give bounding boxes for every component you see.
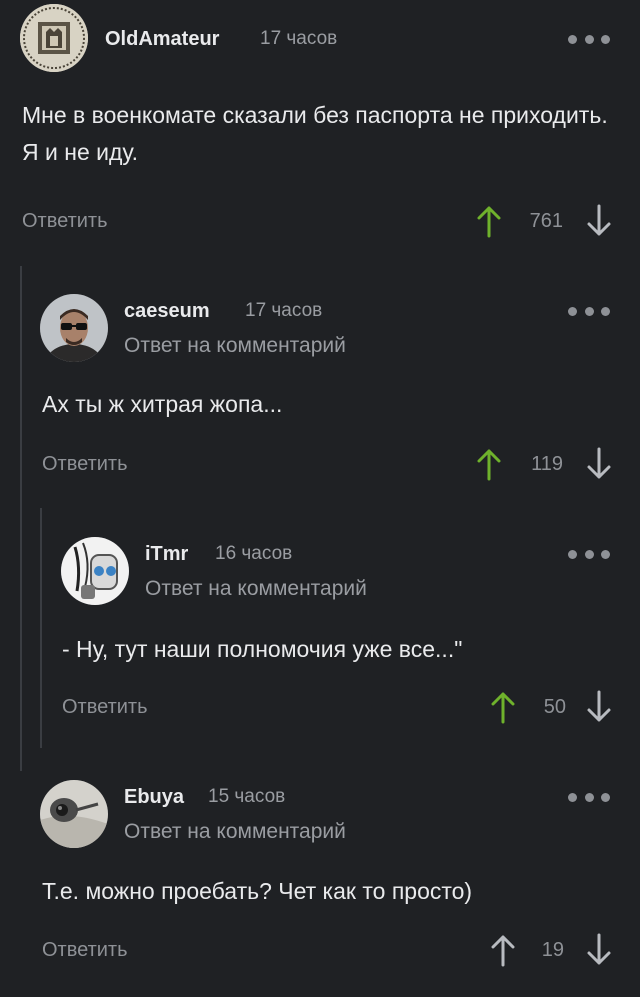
reply-button[interactable]: Ответить	[42, 939, 128, 962]
comment-text: - Ну, тут наши полномочия уже все..."	[62, 636, 463, 662]
reply-note[interactable]: Ответ на комментарий	[145, 577, 367, 601]
downvote-arrow-icon[interactable]	[586, 690, 612, 724]
thread-line-level-2	[40, 508, 42, 748]
downvote-arrow-icon[interactable]	[586, 447, 612, 481]
username[interactable]: Ebuya	[124, 786, 184, 809]
comment-text: Т.е. можно проебать? Чет как то просто)	[42, 878, 473, 904]
more-options-icon[interactable]	[568, 547, 610, 561]
username[interactable]: OldAmateur	[105, 28, 219, 51]
ornament-avatar-icon	[20, 4, 88, 72]
timestamp: 17 часов	[245, 300, 323, 321]
avatar[interactable]	[40, 780, 108, 848]
more-options-icon[interactable]	[568, 32, 610, 46]
reply-button[interactable]: Ответить	[42, 453, 128, 476]
camera-avatar-icon	[40, 780, 108, 848]
upvote-arrow-icon[interactable]	[490, 933, 516, 967]
reply-button[interactable]: Ответить	[62, 696, 148, 719]
score: 19	[541, 939, 564, 961]
comment-text: Ах ты ж хитрая жопа...	[42, 391, 283, 417]
timestamp: 17 часов	[260, 28, 338, 49]
upvote-arrow-icon[interactable]	[476, 204, 502, 238]
timestamp: 16 часов	[215, 543, 293, 564]
avatar[interactable]	[20, 4, 88, 72]
score: 119	[531, 453, 563, 475]
score: 50	[543, 696, 566, 718]
upvote-arrow-icon[interactable]	[490, 690, 516, 724]
downvote-arrow-icon[interactable]	[586, 204, 612, 238]
man-sunglasses-avatar-icon	[40, 294, 108, 362]
downvote-arrow-icon[interactable]	[586, 933, 612, 967]
comment-text: Мне в военкомате сказали без паспорта не…	[22, 102, 608, 165]
robot-avatar-icon	[61, 537, 129, 605]
more-options-icon[interactable]	[568, 304, 610, 318]
score: 761	[529, 210, 563, 232]
avatar[interactable]	[61, 537, 129, 605]
upvote-arrow-icon[interactable]	[476, 447, 502, 481]
username[interactable]: caeseum	[124, 300, 210, 323]
more-options-icon[interactable]	[568, 790, 610, 804]
reply-note[interactable]: Ответ на комментарий	[124, 334, 346, 358]
thread-line-level-1	[20, 266, 22, 771]
avatar[interactable]	[40, 294, 108, 362]
reply-button[interactable]: Ответить	[22, 210, 108, 233]
username[interactable]: iTmr	[145, 543, 188, 566]
reply-note[interactable]: Ответ на комментарий	[124, 820, 346, 844]
timestamp: 15 часов	[208, 786, 286, 807]
